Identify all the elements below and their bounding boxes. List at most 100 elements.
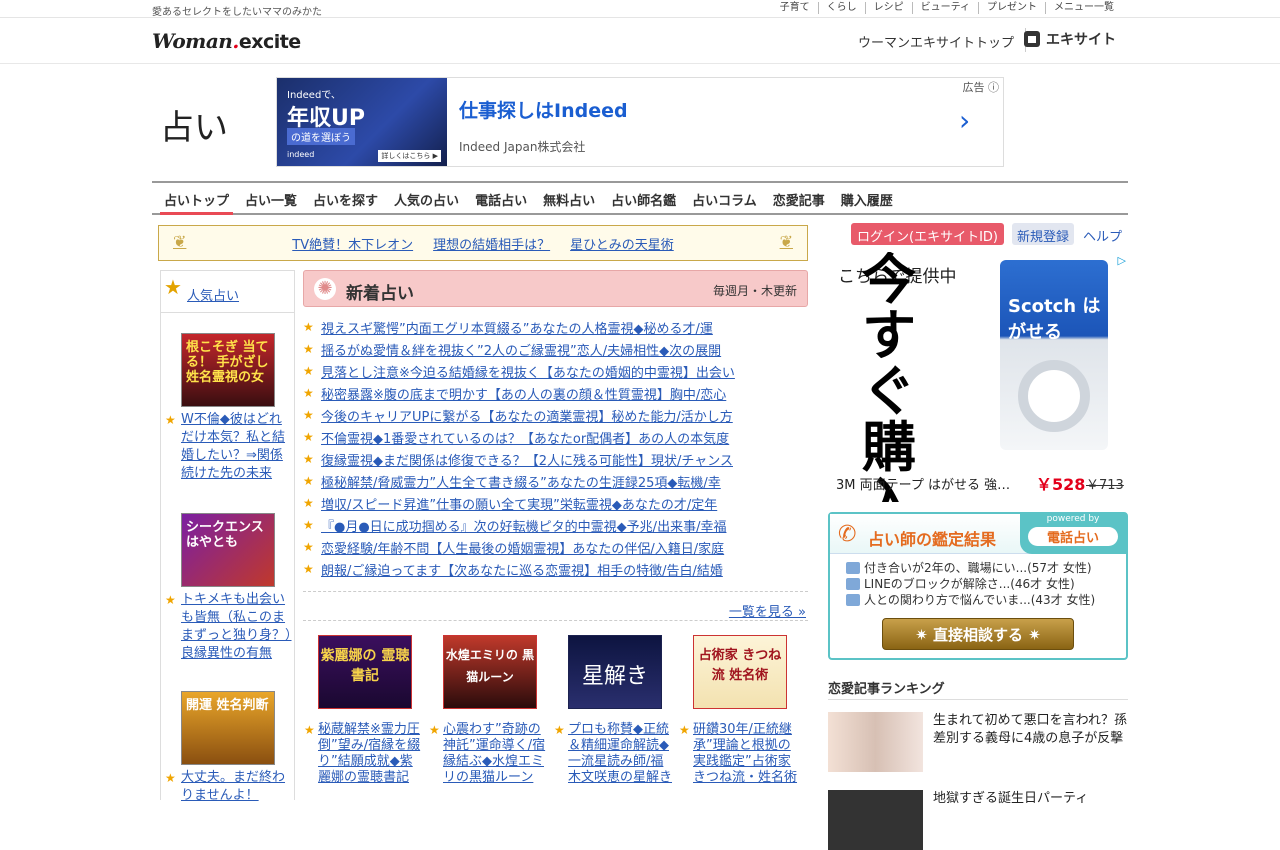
result-row[interactable]: 付き合いが2年の、職場にい...(57才 女性) xyxy=(846,560,1095,576)
top-nav-item-menu[interactable]: メニュー一覧 xyxy=(1045,2,1122,14)
featured-banner: ❦ TV絶賛！木下レオン 理想の結婚相手は？ 星ひとみの天星術 ❦ xyxy=(158,225,808,261)
feature-caption-3[interactable]: ★ プロも称賛◆正統＆精細運命解読◆一流星読み師/福木文咲恵の星解き xyxy=(554,722,672,786)
list-item[interactable]: ★ 今後のキャリアUPに繋がる【あなたの適業霊視】秘めた能力/活かし方 xyxy=(303,404,808,426)
list-item-link[interactable]: 復縁霊視◆まだ関係は修復できる？【2人に残る可能性】現状/チャンス xyxy=(321,450,733,469)
nav-tab-fortune-tellers[interactable]: 占い師名鑑 xyxy=(603,183,684,213)
feature-caption-text: 心震わす”奇跡の神託”運命導く/宿縁結ぶ◆水煌エミリの黒猫ルーン xyxy=(443,722,546,785)
list-item-link[interactable]: 恋愛経験/年齢不問【人生最後の婚姻霊視】あなたの伴侶/入籍日/家庭 xyxy=(321,538,724,557)
ad-headline[interactable]: 仕事探しはIndeed xyxy=(459,96,628,123)
list-item-link[interactable]: 見落とし注意※今迫る結婚縁を視抜く【あなたの婚姻的中霊視】出会い xyxy=(321,362,735,381)
nav-tab-list[interactable]: 占い一覧 xyxy=(237,183,305,213)
list-item[interactable]: ★ 朗報/ご縁迫ってます【次あなたに巡る恋霊視】相手の特徴/告白/結婚 xyxy=(303,558,808,580)
popular-item-2[interactable]: ★ トキメキも出会いも皆無（私このままずっと独り身？）良縁異性の有無 xyxy=(165,591,293,663)
list-item-link[interactable]: 秘密暴露※腹の底まで明かす【あの人の裏の顔＆性質霊視】胸中/恋心 xyxy=(321,384,726,403)
ad-label[interactable]: 広告 ⓘ xyxy=(963,79,1000,95)
help-link[interactable]: ヘルプ xyxy=(1083,226,1122,245)
list-item-link[interactable]: 今後のキャリアUPに繋がる【あなたの適業霊視】秘めた能力/活かし方 xyxy=(321,406,733,425)
list-item[interactable]: ★ 見落とし注意※今迫る結婚縁を視抜く【あなたの婚姻的中霊視】出会い xyxy=(303,360,808,382)
product-old-price: ￥713 xyxy=(1086,478,1124,493)
fortune-results-header: ✆ 占い師の鑑定結果 powered by 電話占い xyxy=(830,514,1126,554)
list-item[interactable]: ★ 揺るがぬ愛情＆絆を視抜く”2人のご縁霊視”恋人/夫婦相性◆次の展開 xyxy=(303,338,808,360)
feature-card-4[interactable]: 占術家 きつね流 姓名術 xyxy=(693,635,787,709)
nav-tab-column[interactable]: 占いコラム xyxy=(684,183,765,213)
woman-excite-logo[interactable]: Woman.excite xyxy=(152,29,301,53)
nav-tab-search[interactable]: 占いを探す xyxy=(305,183,386,213)
top-nav-item-beauty[interactable]: ビューティ xyxy=(911,2,978,14)
result-row[interactable]: 人との関わり方で悩んでいま...(43才 女性) xyxy=(846,592,1095,608)
ranking-item-text[interactable]: 地獄すぎる誕生日パーティ xyxy=(933,790,1128,808)
list-item[interactable]: ★ 増収/スピード昇進”仕事の願い全て実現”栄転霊視◆あなたの才/定年 xyxy=(303,492,808,514)
list-item[interactable]: ★ 視えスギ驚愕”内面エグリ本質綴る”あなたの人格霊視◆秘める才/運 xyxy=(303,316,808,338)
ad-advertiser: Indeed Japan株式会社 xyxy=(459,140,586,154)
see-all-link[interactable]: 一覧を見る » xyxy=(729,601,806,620)
top-bar: 愛あるセレクトをしたいママのみかた 子育て くらし レシピ ビューティ プレゼン… xyxy=(0,0,1280,18)
top-nav-item-kurashi[interactable]: くらし xyxy=(817,2,865,14)
popular-thumb-2[interactable]: シークエンス はやとも xyxy=(181,513,275,587)
popular-sidebar: ★ 人気占い 根こそぎ 当てる！ 手がざし 姓名霊視の女 ★ W不倫◆彼はどれだけ… xyxy=(160,270,295,803)
star-icon: ★ xyxy=(303,540,314,554)
feature-caption-text: 研鑽30年/正統継承”理論と根拠の実践鑑定”占術家 きつね流・姓名術 xyxy=(693,722,798,785)
star-icon: ★ xyxy=(303,408,314,422)
login-button[interactable]: ログイン(エキサイトID) xyxy=(851,223,1004,245)
top-nav-item-recipe[interactable]: レシピ xyxy=(864,2,912,14)
popular-header: ★ 人気占い xyxy=(161,271,294,313)
list-item[interactable]: ★ 『●月●日に成功掴める』次の好転機ピタ的中霊視◆予兆/出来事/幸福 xyxy=(303,514,808,536)
list-item-link[interactable]: 朗報/ご縁迫ってます【次あなたに巡る恋霊視】相手の特徴/告白/結婚 xyxy=(321,560,723,579)
list-item[interactable]: ★ 不倫霊視◆1番愛されているのは？【あなたor配偶者】あの人の本気度 xyxy=(303,426,808,448)
powered-by-badge[interactable]: powered by 電話占い xyxy=(1020,514,1126,554)
ad-image-line1: Indeedで、 xyxy=(287,90,341,101)
result-row[interactable]: LINEのブロックが解除さ...(46才 女性) xyxy=(846,576,1095,592)
popular-thumb-3[interactable]: 開運 姓名判断 xyxy=(181,691,275,765)
nav-tab-phone[interactable]: 電話占い xyxy=(467,183,535,213)
feature-card-1[interactable]: 紫麗娜の 霊聴書記 xyxy=(318,635,412,709)
list-item[interactable]: ★ 極秘解禁/脅威霊力”人生全て書き綴る”あなたの生涯録25項◆転機/幸 xyxy=(303,470,808,492)
list-item[interactable]: ★ 恋愛経験/年齢不問【人生最後の婚姻霊視】あなたの伴侶/入籍日/家庭 xyxy=(303,536,808,558)
nav-tab-love-articles[interactable]: 恋愛記事 xyxy=(765,183,833,213)
chat-icon xyxy=(846,578,860,590)
nav-tab-free[interactable]: 無料占い xyxy=(535,183,603,213)
list-item-link[interactable]: 極秘解禁/脅威霊力”人生全て書き綴る”あなたの生涯録25項◆転機/幸 xyxy=(321,472,721,491)
popular-item-1[interactable]: ★ W不倫◆彼はどれだけ本気？私と結婚したい？⇒関係続けた先の未来 xyxy=(165,411,293,483)
star-icon: ★ xyxy=(165,413,176,427)
consult-button[interactable]: ✷ 直接相談する ✷ xyxy=(882,618,1074,650)
nav-tab-top[interactable]: 占いトップ xyxy=(156,183,237,215)
nav-tab-popular[interactable]: 人気の占い xyxy=(386,183,467,213)
list-item-link[interactable]: 増収/スピード昇進”仕事の願い全て実現”栄転霊視◆あなたの才/定年 xyxy=(321,494,717,513)
logo-text: Woman xyxy=(152,29,233,53)
register-button[interactable]: 新規登録 xyxy=(1012,223,1075,245)
woman-excite-top-link[interactable]: ウーマンエキサイトトップ xyxy=(858,32,1014,51)
feature-caption-2[interactable]: ★ 心震わす”奇跡の神託”運命導く/宿縁結ぶ◆水煌エミリの黒猫ルーン xyxy=(429,722,547,786)
nav-tab-purchase-history[interactable]: 購入履歴 xyxy=(833,183,901,213)
star-badge-icon: ★ xyxy=(164,275,182,299)
star-icon: ★ xyxy=(303,386,314,400)
list-item-link[interactable]: 視えスギ驚愕”内面エグリ本質綴る”あなたの人格霊視◆秘める才/運 xyxy=(321,318,713,337)
star-icon: ★ xyxy=(303,496,314,510)
popular-link[interactable]: 人気占い xyxy=(187,285,239,304)
feature-caption-4[interactable]: ★ 研鑽30年/正統継承”理論と根拠の実践鑑定”占術家 きつね流・姓名術 xyxy=(679,722,797,786)
banner-link-kinoshita[interactable]: TV絶賛！木下レオン xyxy=(292,234,413,253)
thumb-text: 根こそぎ 当てる！ 手がざし 姓名霊視の女 xyxy=(186,340,269,385)
top-nav-item-present[interactable]: プレゼント xyxy=(978,2,1045,14)
home-icon xyxy=(1024,31,1040,47)
divider xyxy=(828,699,1128,700)
feature-caption-1[interactable]: ★ 秘蔵解禁※霊力圧倒”望み/宿縁を綴り”結願成就◆紫麗娜の霊聴書記 xyxy=(304,722,422,786)
list-item-link[interactable]: 『●月●日に成功掴める』次の好転機ピタ的中霊視◆予兆/出来事/幸福 xyxy=(321,516,726,535)
ranking-thumb xyxy=(828,790,923,850)
ranking-item-text[interactable]: 生まれて初めて悪口を言われ？孫差別する義母に4歳の息子が反撃 xyxy=(933,712,1128,748)
list-item-link[interactable]: 不倫霊視◆1番愛されているのは？【あなたor配偶者】あの人の本気度 xyxy=(321,428,729,447)
list-item-link[interactable]: 揺るがぬ愛情＆絆を視抜く”2人のご縁霊視”恋人/夫婦相性◆次の展開 xyxy=(321,340,721,359)
feature-card-2[interactable]: 水煌エミリの 黒猫ルーン xyxy=(443,635,537,709)
side-ad[interactable]: こちらで提供中 今すぐ購入 Scotch はがせる 3M 両面テープ はがせる … xyxy=(828,252,1128,502)
list-item[interactable]: ★ 復縁霊視◆まだ関係は修復できる？【2人に残る可能性】現状/チャンス xyxy=(303,448,808,470)
list-item[interactable]: ★ 秘密暴露※腹の底まで明かす【あの人の裏の顔＆性質霊視】胸中/恋心 xyxy=(303,382,808,404)
top-nav-item-kosodate[interactable]: 子育て xyxy=(772,2,818,14)
feature-card-3[interactable]: 星解き xyxy=(568,635,662,709)
popular-thumb-1[interactable]: 根こそぎ 当てる！ 手がざし 姓名霊視の女 xyxy=(181,333,275,407)
banner-link-hoshi[interactable]: 星ひとみの天星術 xyxy=(570,234,674,253)
star-icon: ★ xyxy=(303,474,314,488)
banner-link-marriage[interactable]: 理想の結婚相手は？ xyxy=(433,234,550,253)
adchoices-icon[interactable]: ▷ xyxy=(1118,254,1126,267)
top-ad-banner[interactable]: Indeedで、 年収UP の道を選ぼう indeed 詳しくはこちら ▶ 仕事… xyxy=(276,77,1004,167)
excite-home-link[interactable]: エキサイト xyxy=(1024,29,1116,49)
chevron-right-icon[interactable]: › xyxy=(959,104,970,137)
